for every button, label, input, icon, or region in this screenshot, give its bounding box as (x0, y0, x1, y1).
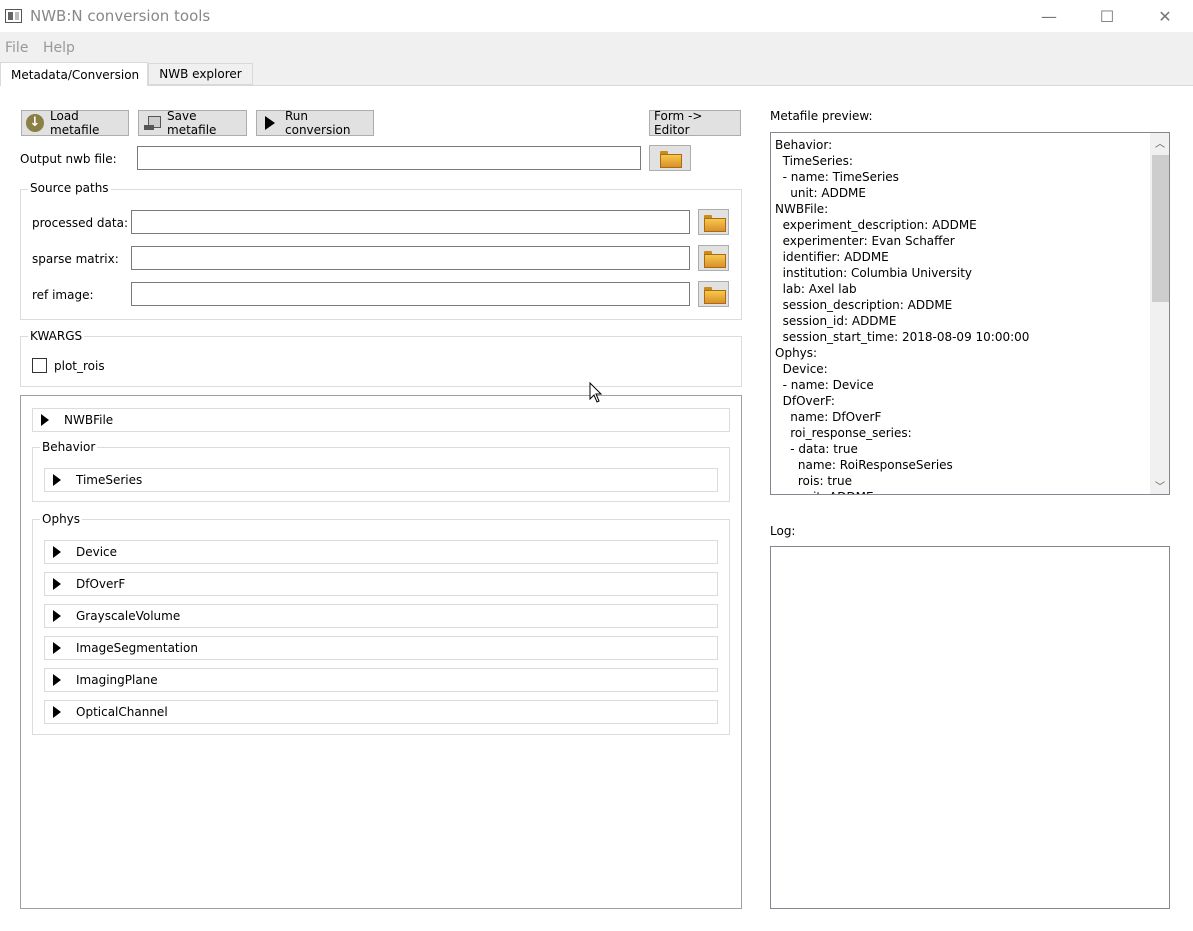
nwbfile-section[interactable]: NWBFile (32, 408, 730, 432)
expand-arrow-icon (53, 578, 61, 590)
save-icon (143, 114, 161, 132)
save-metafile-label: Save metafile (167, 109, 217, 137)
sparse-matrix-input[interactable] (131, 246, 690, 270)
nwbfile-label: NWBFile (64, 413, 114, 427)
processed-data-browse-button[interactable] (698, 209, 729, 235)
preview-line: Device: (775, 362, 828, 376)
folder-icon (703, 286, 726, 304)
preview-line: experiment_description: ADDME (775, 218, 977, 232)
grayscalevolume-label: GrayscaleVolume (76, 609, 181, 623)
preview-line: rois: true (775, 474, 852, 488)
ref-image-browse-button[interactable] (698, 281, 729, 307)
app-icon (5, 9, 22, 23)
menu-help[interactable]: Help (43, 40, 75, 56)
expand-arrow-icon (53, 546, 61, 558)
expand-arrow-icon (41, 414, 49, 426)
preview-line: experimenter: Evan Schaffer (775, 234, 955, 248)
source-paths-title: Source paths (28, 181, 111, 195)
save-metafile-button[interactable]: Save metafile (138, 109, 247, 137)
plot-rois-label: plot_rois (54, 359, 105, 373)
expand-arrow-icon (53, 674, 61, 686)
mouse-cursor-icon (589, 382, 603, 403)
preview-line: identifier: ADDME (775, 250, 889, 264)
log-label: Log: (770, 524, 796, 538)
log-area[interactable] (770, 546, 1170, 909)
preview-line: name: DfOverF (775, 410, 882, 424)
device-label: Device (76, 545, 118, 559)
preview-line: - data: true (775, 442, 858, 456)
tab-metadata-conversion[interactable]: Metadata/Conversion (0, 62, 148, 86)
folder-icon (703, 214, 726, 232)
preview-line: session_description: ADDME (775, 298, 953, 312)
preview-line: session_start_time: 2018-08-09 10:00:00 (775, 330, 1030, 344)
preview-line: DfOverF: (775, 394, 835, 408)
sparse-matrix-browse-button[interactable] (698, 245, 729, 271)
play-icon (265, 116, 275, 130)
imagesegmentation-label: ImageSegmentation (76, 641, 198, 655)
preview-line: lab: Axel lab (775, 282, 857, 296)
timeseries-section[interactable]: TimeSeries (44, 468, 718, 492)
download-icon (26, 114, 44, 132)
opticalchannel-label: OpticalChannel (76, 705, 168, 719)
preview-line: roi_response_series: (775, 426, 912, 440)
run-conversion-button[interactable]: Run conversion (256, 109, 374, 137)
expand-arrow-icon (53, 642, 61, 654)
imagingplane-section[interactable]: ImagingPlane (44, 668, 718, 692)
kwargs-title: KWARGS (28, 329, 85, 343)
preview-line: session_id: ADDME (775, 314, 897, 328)
kwargs-group (20, 336, 742, 387)
grayscalevolume-section[interactable]: GrayscaleVolume (44, 604, 718, 628)
ophys-title: Ophys (40, 512, 83, 526)
scroll-up-icon[interactable]: ︿ (1151, 133, 1169, 151)
tab-nwb-explorer[interactable]: NWB explorer (148, 63, 253, 85)
preview-line: - name: Device (775, 378, 874, 392)
maximize-button[interactable]: ☐ (1078, 0, 1136, 32)
imagingplane-label: ImagingPlane (76, 673, 158, 687)
output-nwb-input[interactable] (137, 146, 641, 170)
scroll-down-icon[interactable]: ﹀ (1151, 476, 1169, 494)
sparse-matrix-label: sparse matrix: (32, 252, 119, 266)
preview-line: unit: ADDME (775, 186, 866, 200)
metafile-preview[interactable]: Behavior: TimeSeries: - name: TimeSeries… (770, 132, 1170, 495)
ref-image-input[interactable] (131, 282, 690, 306)
preview-scrollbar[interactable]: ︿ ﹀ (1150, 133, 1169, 494)
folder-icon (703, 250, 726, 268)
dfoverf-section[interactable]: DfOverF (44, 572, 718, 596)
device-section[interactable]: Device (44, 540, 718, 564)
preview-line: - name: TimeSeries (775, 170, 899, 184)
timeseries-label: TimeSeries (76, 473, 143, 487)
load-metafile-button[interactable]: Load metafile (21, 109, 129, 137)
close-button[interactable]: ✕ (1136, 0, 1193, 32)
behavior-title: Behavior (40, 440, 98, 454)
imagesegmentation-section[interactable]: ImageSegmentation (44, 636, 718, 660)
folder-icon (660, 150, 682, 168)
form-editor-button[interactable]: Form -> Editor (649, 109, 741, 137)
expand-arrow-icon (53, 706, 61, 718)
metafile-preview-label: Metafile preview: (770, 109, 873, 123)
minimize-button[interactable]: — (1020, 0, 1078, 32)
preview-line: Ophys: (775, 346, 818, 360)
expand-arrow-icon (53, 474, 61, 486)
dfoverf-label: DfOverF (76, 577, 126, 591)
preview-line: NWBFile: (775, 202, 829, 216)
processed-data-input[interactable] (131, 210, 690, 234)
preview-line: institution: Columbia University (775, 266, 973, 280)
load-metafile-label: Load metafile (50, 109, 100, 137)
run-conversion-label: Run conversion (285, 109, 351, 137)
output-browse-button[interactable] (649, 145, 691, 171)
preview-line: unit: ADDME (775, 489, 1147, 494)
menu-file[interactable]: File (5, 40, 28, 56)
plot-rois-checkbox[interactable] (32, 358, 47, 373)
scroll-thumb[interactable] (1152, 155, 1169, 302)
preview-text: Behavior: TimeSeries: - name: TimeSeries… (775, 137, 1147, 494)
preview-line: Behavior: (775, 138, 833, 152)
opticalchannel-section[interactable]: OpticalChannel (44, 700, 718, 724)
expand-arrow-icon (53, 610, 61, 622)
processed-data-label: processed data: (32, 216, 128, 230)
ref-image-label: ref image: (32, 288, 94, 302)
window-title: NWB:N conversion tools (30, 7, 211, 25)
preview-line: name: RoiResponseSeries (775, 458, 953, 472)
output-nwb-label: Output nwb file: (20, 152, 117, 166)
preview-line: TimeSeries: (775, 154, 853, 168)
